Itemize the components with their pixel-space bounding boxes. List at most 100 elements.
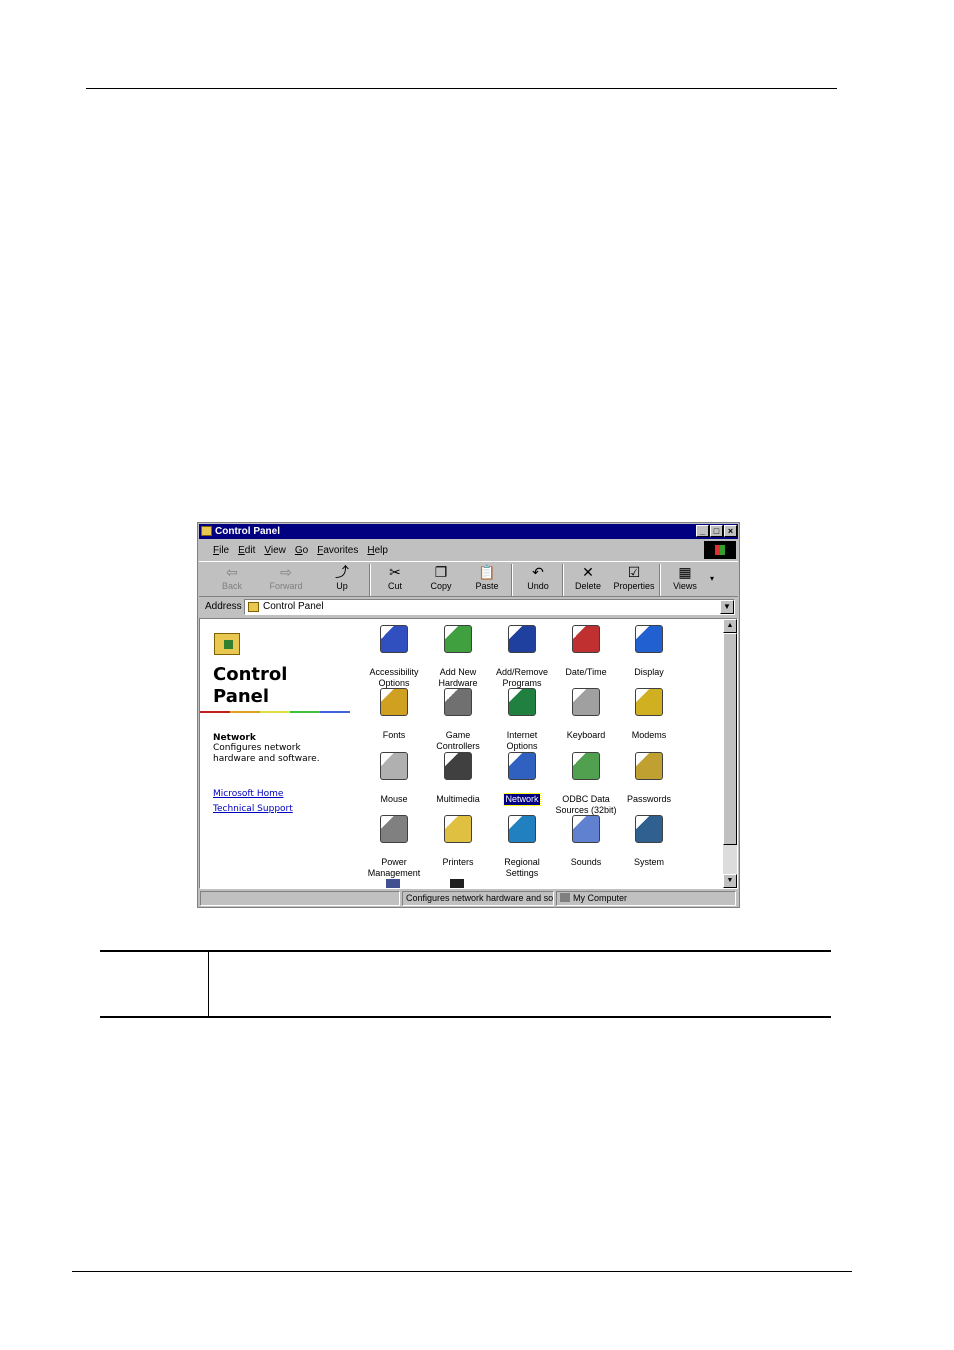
rainbow-divider [200,711,350,713]
scroll-down-button[interactable]: ▼ [723,874,737,888]
item-label: ODBC Data Sources (32bit) [555,794,617,815]
clipboard-icon: 📋 [478,564,496,580]
menu-bar: File Edit View Go Favorites Help [199,540,738,560]
status-message: Configures network hardware and sol [402,891,554,906]
item-label: Add/Remove Programs [495,667,549,688]
properties-button[interactable]: ☑ Properties [611,564,657,596]
selected-item-name: Network [213,733,256,743]
item-label: System [633,857,664,867]
menu-favorites[interactable]: Favorites [317,545,358,556]
control-panel-item[interactable]: Printers [426,815,490,868]
minimize-button[interactable]: _ [696,525,709,537]
page-top-rule [86,88,837,89]
control-panel-item[interactable]: Date/Time [554,625,618,678]
window-title: Control Panel [215,526,281,537]
accessibility-icon [380,625,408,653]
fonts-icon [380,688,408,716]
note-divider [208,952,209,1016]
item-label: Internet Options [506,730,538,751]
control-panel-item[interactable]: Mouse [362,752,426,805]
copy-icon: ❐ [434,564,448,580]
address-dropdown-button[interactable]: ▼ [720,600,734,614]
control-panel-item[interactable]: Keyboard [554,688,618,741]
web-view-panel: Control Panel Network Configures network… [200,619,360,888]
computer-icon [560,893,570,902]
technical-support-link[interactable]: Technical Support [213,804,293,814]
views-button[interactable]: ▦ Views [662,564,708,596]
control-panel-item[interactable]: Modems [617,688,681,741]
close-button[interactable]: × [724,525,737,537]
page-bottom-rule [72,1271,852,1272]
control-panel-item[interactable]: Power Management [362,815,426,879]
control-panel-item[interactable]: Add/Remove Programs [490,625,554,689]
control-panel-item[interactable]: Fonts [362,688,426,741]
add-hardware-icon [444,625,472,653]
item-label: Sounds [570,857,602,867]
control-panel-item[interactable]: Passwords [617,752,681,805]
item-label: Mouse [380,794,408,804]
system-icon [635,815,663,843]
menu-file[interactable]: File [213,545,229,556]
mouse-icon [380,752,408,780]
menu-edit[interactable]: Edit [238,545,255,556]
status-bar: Configures network hardware and sol My C… [199,890,738,906]
up-button[interactable]: ⤴ Up [319,564,365,596]
item-label: Add New Hardware [438,667,478,688]
item-label: Fonts [382,730,406,740]
control-panel-item[interactable]: Display [617,625,681,678]
menu-view[interactable]: View [264,545,286,556]
item-label: Passwords [626,794,671,804]
control-panel-window[interactable]: Control Panel _ □ × File Edit View Go Fa… [197,522,740,908]
properties-icon: ☑ [627,564,641,580]
vertical-scrollbar[interactable]: ▲ ▼ [723,619,737,888]
address-bar: Address Control Panel ▼ [199,598,738,616]
back-button[interactable]: ⇦ Back [209,564,255,596]
item-label: Power Management [367,857,421,878]
display-icon [635,625,663,653]
views-dropdown-icon[interactable]: ▾ [710,574,714,583]
toolbar: ⇦ Back ⇨ Forward ⤴ Up ✂ Cut ❐ Copy 📋 Pas… [199,561,738,597]
menu-help[interactable]: Help [367,545,388,556]
menu-go[interactable]: Go [295,545,308,556]
control-panel-item[interactable]: Add New Hardware [426,625,490,689]
delete-button[interactable]: ✕ Delete [565,564,611,596]
undo-button[interactable]: ↶ Undo [515,564,561,596]
control-panel-item[interactable]: Network [490,752,554,806]
control-panel-item[interactable]: Sounds [554,815,618,868]
maximize-button[interactable]: □ [710,525,723,537]
power-management-icon [380,815,408,843]
item-label: Network [503,793,541,806]
control-panel-item[interactable]: Game Controllers [426,688,490,752]
multimedia-icon [444,752,472,780]
toolbar-separator [369,564,371,596]
game-controllers-icon [444,688,472,716]
control-panel-item[interactable]: System [617,815,681,868]
scroll-thumb[interactable] [723,633,737,845]
partial-item-icon[interactable] [386,879,400,888]
item-label: Accessibility Options [369,667,419,688]
item-label: Multimedia [436,794,480,804]
odbc-icon [572,752,600,780]
paste-button[interactable]: 📋 Paste [464,564,510,596]
passwords-icon [635,752,663,780]
address-input[interactable]: Control Panel ▼ [244,599,735,615]
partial-item-icon[interactable] [450,879,464,888]
toolbar-separator [562,564,564,596]
copy-button[interactable]: ❐ Copy [418,564,464,596]
selected-item-description: Configures network hardware and software… [213,743,320,764]
control-panel-item[interactable]: Accessibility Options [362,625,426,689]
control-panel-item[interactable]: Internet Options [490,688,554,752]
modems-icon [635,688,663,716]
control-panel-item[interactable]: Regional Settings [490,815,554,879]
microsoft-home-link[interactable]: Microsoft Home [213,789,283,799]
cut-button[interactable]: ✂ Cut [372,564,418,596]
scroll-up-button[interactable]: ▲ [723,619,737,633]
internet-options-icon [508,688,536,716]
item-label: Date/Time [565,667,607,677]
forward-button[interactable]: ⇨ Forward [263,564,309,596]
address-value: Control Panel [263,601,324,612]
title-bar[interactable]: Control Panel _ □ × [199,524,738,539]
item-label: Modems [631,730,667,740]
control-panel-item[interactable]: Multimedia [426,752,490,805]
control-panel-item[interactable]: ODBC Data Sources (32bit) [554,752,618,816]
